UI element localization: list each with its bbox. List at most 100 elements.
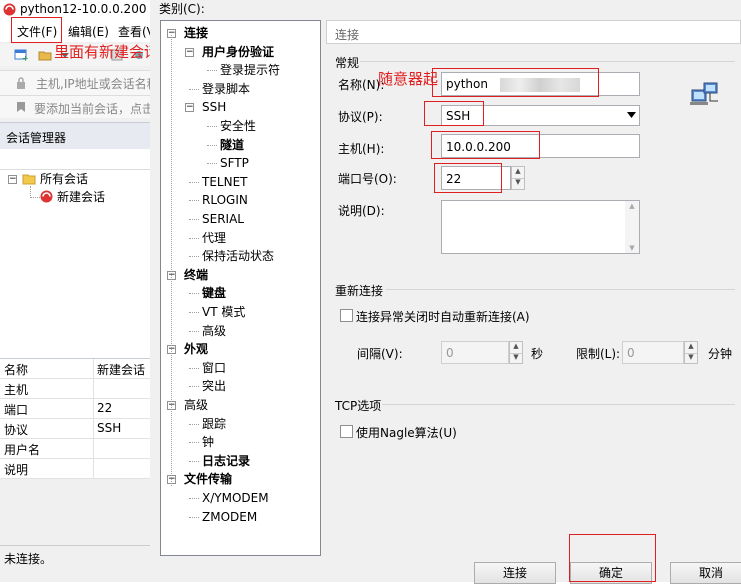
- interval-label: 间隔(V):: [357, 347, 403, 361]
- description-field[interactable]: ▲ ▼: [441, 200, 640, 254]
- prop-row: 协议 SSH: [0, 419, 150, 439]
- category-tree-item[interactable]: 隧道: [220, 138, 244, 152]
- category-tree-item[interactable]: 键盘: [202, 286, 226, 300]
- limit-field[interactable]: 0: [622, 341, 684, 364]
- category-tree-item[interactable]: 保持活动状态: [202, 249, 274, 263]
- prop-row: 端口 22: [0, 399, 150, 419]
- tree-connector: [189, 293, 199, 295]
- category-tree-item[interactable]: 代理: [202, 231, 226, 245]
- ok-button[interactable]: 确定: [570, 562, 652, 584]
- category-label: 类别(C):: [159, 2, 205, 16]
- chevron-down-icon: [627, 112, 636, 118]
- app-title-bar: python12-10.0.0.200 - X: [0, 0, 150, 20]
- tree-new-session[interactable]: 新建会话: [57, 190, 105, 204]
- open-folder-icon[interactable]: [38, 48, 52, 62]
- tree-connector: [171, 35, 172, 487]
- prop-row: 主机: [0, 379, 150, 399]
- panel-header-text: 连接: [335, 28, 360, 42]
- tree-connector: [189, 256, 199, 258]
- interval-field[interactable]: 0: [441, 341, 509, 364]
- category-tree-item[interactable]: 高级: [202, 324, 226, 338]
- nagle-checkbox[interactable]: [340, 425, 353, 438]
- category-tree-item[interactable]: 高级: [184, 398, 208, 412]
- category-tree-item[interactable]: X/YMODEM: [202, 491, 269, 505]
- limit-stepper[interactable]: ▲ ▼: [684, 341, 698, 364]
- host-label: 主机(H):: [338, 142, 385, 156]
- category-tree-item[interactable]: 跟踪: [202, 417, 226, 431]
- category-tree-item[interactable]: 终端: [184, 268, 208, 282]
- category-tree-item[interactable]: 连接: [184, 26, 208, 40]
- menu-file[interactable]: 文件(F): [17, 23, 57, 40]
- category-tree-item[interactable]: SERIAL: [202, 212, 244, 226]
- prop-row: 用户名: [0, 439, 150, 459]
- protocol-label: 协议(P):: [338, 110, 383, 124]
- menu-view[interactable]: 查看(V: [118, 23, 150, 40]
- port-label: 端口号(O):: [338, 172, 397, 186]
- description-scrollbar[interactable]: ▲ ▼: [625, 201, 639, 253]
- category-tree-item[interactable]: RLOGIN: [202, 193, 248, 207]
- tree-expander-icon[interactable]: −: [185, 47, 194, 57]
- category-tree-item[interactable]: 安全性: [220, 119, 256, 133]
- category-tree-item[interactable]: ZMODEM: [202, 510, 257, 524]
- host-field[interactable]: 10.0.0.200: [441, 134, 640, 158]
- port-stepper[interactable]: ▲ ▼: [511, 166, 525, 190]
- minutes-label: 分钟: [708, 347, 733, 361]
- tree-connector: [189, 460, 199, 462]
- seconds-label: 秒: [531, 347, 544, 361]
- session-tree: − 所有会话 新建会话: [0, 170, 150, 358]
- collapse-icon[interactable]: −: [8, 175, 17, 184]
- category-tree-item[interactable]: SFTP: [220, 156, 249, 170]
- category-tree-item[interactable]: 登录提示符: [220, 63, 280, 77]
- new-session-icon[interactable]: +: [14, 48, 28, 62]
- category-tree-item[interactable]: VT 模式: [202, 305, 245, 319]
- tree-all-sessions[interactable]: 所有会话: [40, 172, 88, 186]
- tree-connector: [189, 330, 199, 332]
- annotation-file-menu: 里面有新建会话: [54, 43, 160, 61]
- category-tree-item[interactable]: TELNET: [202, 175, 248, 189]
- stepper-down-icon[interactable]: ▼: [512, 178, 524, 189]
- bookmark-icon: [17, 102, 25, 112]
- tree-expander-icon[interactable]: −: [185, 103, 194, 113]
- category-tree-item[interactable]: 登录脚本: [202, 82, 250, 96]
- hint-text: 要添加当前会话，点击: [34, 102, 151, 116]
- category-tree-item[interactable]: 日志记录: [202, 454, 250, 468]
- section-divider: [386, 289, 735, 290]
- tree-connector: [189, 442, 199, 444]
- panel-header: 连接: [326, 20, 741, 44]
- category-tree-item[interactable]: 文件传输: [184, 472, 232, 486]
- name-field[interactable]: python: [441, 72, 640, 96]
- tree-connector: [189, 219, 199, 220]
- tree-connector: [189, 516, 199, 518]
- lock-icon: [17, 77, 25, 89]
- category-tree: − 连接 − 用户身份验证 登录提示符 登录脚本 − SSH 安全性 隧道 SFTP TELNET RL…: [160, 20, 321, 556]
- tree-connector: [189, 423, 199, 425]
- auto-reconnect-checkbox[interactable]: [340, 309, 353, 322]
- section-divider: [382, 404, 735, 405]
- protocol-select[interactable]: SSH: [441, 105, 640, 126]
- category-tree-item[interactable]: 外观: [184, 342, 208, 356]
- session-search-input[interactable]: [0, 149, 150, 170]
- category-tree-item[interactable]: 窗口: [202, 361, 226, 375]
- tree-connector: [189, 367, 199, 369]
- port-field[interactable]: 22: [441, 166, 511, 190]
- address-bar[interactable]: 主机,IP地址或会话名称: [0, 70, 150, 96]
- folder-icon: [22, 174, 36, 185]
- menu-edit[interactable]: 编辑(E): [68, 23, 109, 40]
- category-tree-item[interactable]: 用户身份验证: [202, 45, 274, 59]
- redacted-text: [500, 78, 580, 92]
- connect-button[interactable]: 连接: [474, 562, 556, 584]
- tree-connector: [189, 312, 199, 313]
- cancel-button[interactable]: 取消: [670, 562, 741, 584]
- main-app-window: python12-10.0.0.200 - X 文件(F) 编辑(E) 查看(V…: [0, 0, 151, 582]
- xshell-logo-icon: [3, 3, 16, 16]
- category-tree-item[interactable]: SSH: [202, 100, 226, 114]
- stepper-down-icon[interactable]: ▼: [685, 353, 697, 364]
- address-input[interactable]: 主机,IP地址或会话名称: [36, 75, 150, 92]
- stepper-down-icon[interactable]: ▼: [510, 353, 522, 364]
- tree-connector: [189, 88, 199, 90]
- category-tree-item[interactable]: 钟: [202, 435, 214, 449]
- interval-stepper[interactable]: ▲ ▼: [509, 341, 523, 364]
- menu-bar: 文件(F) 编辑(E) 查看(V: [0, 20, 150, 42]
- category-tree-item[interactable]: 突出: [202, 379, 226, 393]
- tree-connector: [207, 144, 217, 146]
